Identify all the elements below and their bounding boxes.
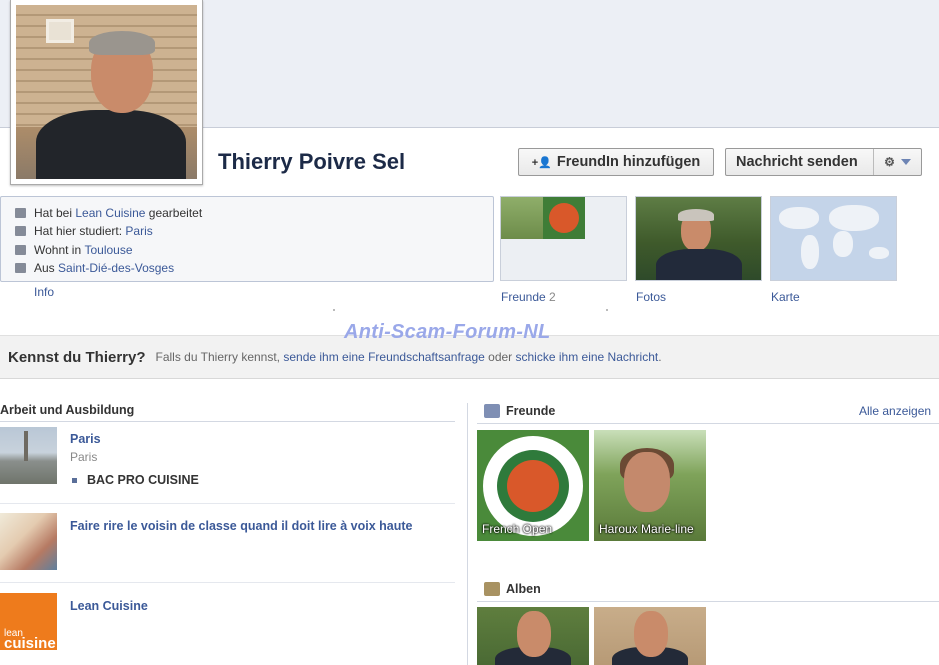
settings-dropdown[interactable]: ⚙	[873, 149, 921, 175]
friends-thumbnail[interactable]	[500, 196, 627, 281]
work-item-divider	[0, 503, 455, 504]
divider-dot	[333, 309, 335, 311]
friend-name: French Open	[482, 522, 553, 536]
divider-dot	[606, 309, 608, 311]
friend-mini-photo	[501, 197, 543, 239]
photo-hair	[89, 31, 155, 55]
add-friend-icon: +👤	[531, 156, 552, 169]
photo-shirt	[36, 110, 186, 179]
add-friend-label: FreundIn hinzufügen	[556, 154, 701, 170]
watermark-text: Anti-Scam-Forum-NL	[344, 321, 551, 343]
info-from: Aus Saint-Dié-des-Vosges	[15, 259, 493, 277]
info-worked: Hat bei Lean Cuisine gearbeitet	[15, 204, 493, 222]
send-message-link[interactable]: schicke ihm eine Nachricht	[516, 350, 659, 364]
work-item-title[interactable]: Faire rire le voisin de classe quand il …	[70, 519, 412, 533]
info-lives-prefix: Wohnt in	[34, 242, 82, 257]
profile-name: Thierry Poivre Sel	[218, 149, 406, 174]
photo-jacket-small	[656, 249, 742, 280]
briefcase-icon	[15, 208, 26, 219]
friend-face	[624, 452, 670, 512]
friends-count: 2	[549, 290, 556, 304]
work-item-bullet: BAC PRO CUISINE	[72, 473, 199, 487]
work-item-title[interactable]: Lean Cuisine	[70, 599, 148, 613]
home-icon	[15, 263, 26, 274]
logo-text-line2: cuisine	[4, 635, 56, 650]
map-continent	[869, 247, 889, 259]
know-text: Falls du Thierry kennst, sende ihm eine …	[156, 350, 662, 364]
info-studied-prefix: Hat hier studiert:	[34, 224, 123, 239]
map-continent	[779, 207, 819, 229]
work-item-title[interactable]: Paris	[70, 432, 101, 446]
add-friend-button[interactable]: +👤 FreundIn hinzufügen	[518, 148, 714, 176]
column-divider	[467, 403, 468, 665]
gear-icon: ⚙	[884, 155, 895, 169]
send-message-button[interactable]: Nachricht senden ⚙	[725, 148, 922, 176]
info-worked-link[interactable]: Lean Cuisine	[75, 206, 145, 220]
send-friend-request-link[interactable]: sende ihm eine Freundschaftsanfrage	[283, 350, 484, 364]
see-all-friends-link[interactable]: Alle anzeigen	[859, 404, 931, 418]
album-tile[interactable]	[594, 607, 706, 665]
photo-hair-small	[678, 209, 714, 221]
friends-divider	[477, 423, 939, 424]
info-from-link[interactable]: Saint-Dié-des-Vosges	[58, 261, 174, 275]
map-continent	[829, 205, 879, 231]
photos-thumbnail-label[interactable]: Fotos	[636, 290, 666, 304]
paris-image[interactable]	[0, 427, 57, 484]
friends-thumbnail-label[interactable]: Freunde 2	[501, 290, 556, 304]
know-text-3: .	[658, 350, 662, 364]
album-face	[634, 611, 668, 657]
bullet-square	[72, 477, 77, 483]
friends-section-heading: Freunde	[484, 404, 555, 418]
album-tile[interactable]	[477, 607, 589, 665]
friends-icon	[484, 404, 500, 418]
info-tab[interactable]: Info	[34, 285, 54, 299]
info-worked-prefix: Hat bei	[34, 206, 73, 221]
know-text-2: oder	[484, 350, 516, 364]
info-lives-link[interactable]: Toulouse	[84, 243, 132, 257]
albums-divider	[477, 601, 939, 602]
info-worked-suffix: gearbeitet	[148, 206, 203, 221]
map-thumbnail[interactable]	[770, 196, 897, 281]
logo-clay	[549, 203, 579, 233]
profile-photo	[16, 5, 197, 179]
info-studied: Hat hier studiert: Paris	[15, 222, 493, 240]
albums-section-title: Alben	[506, 582, 541, 596]
tower-shape	[24, 431, 28, 461]
send-message-label: Nachricht senden	[736, 154, 858, 170]
friends-section-title: Freunde	[506, 404, 556, 418]
work-item-subtitle: Paris	[70, 450, 98, 464]
profile-picture[interactable]	[10, 0, 203, 185]
map-thumbnail-label[interactable]: Karte	[771, 290, 800, 304]
graduation-cap-icon	[15, 226, 26, 237]
info-studied-link[interactable]: Paris	[125, 224, 152, 238]
work-divider	[0, 421, 455, 422]
info-lives: Wohnt in Toulouse	[15, 241, 493, 259]
friend-tile[interactable]: Haroux Marie-line	[594, 430, 706, 541]
friend-tile[interactable]: French Open	[477, 430, 589, 541]
know-text-1: Falls du Thierry kennst,	[155, 350, 284, 364]
city-icon	[15, 244, 26, 255]
work-item-bullet-text: BAC PRO CUISINE	[87, 473, 199, 487]
friend-mini-logo	[543, 197, 585, 239]
album-face	[517, 611, 551, 657]
logo-clay	[507, 460, 559, 512]
map-continent	[801, 235, 819, 269]
classroom-image[interactable]	[0, 513, 57, 570]
album-icon	[484, 582, 500, 596]
work-heading: Arbeit und Ausbildung	[0, 403, 135, 417]
photos-thumbnail[interactable]	[635, 196, 762, 281]
know-question: Kennst du Thierry?	[8, 348, 146, 366]
friend-name: Haroux Marie-line	[599, 522, 694, 536]
friends-label-text: Freunde	[501, 290, 546, 304]
info-from-prefix: Aus	[34, 261, 55, 276]
chevron-down-icon	[900, 159, 911, 165]
photo-window	[46, 19, 74, 43]
map-continent	[833, 231, 853, 257]
lean-cuisine-logo[interactable]: lean cuisine	[0, 593, 57, 650]
albums-section-heading: Alben	[484, 582, 541, 596]
work-item-divider	[0, 582, 455, 583]
info-summary-box: Hat bei Lean Cuisine gearbeitet Hat hier…	[0, 196, 494, 282]
